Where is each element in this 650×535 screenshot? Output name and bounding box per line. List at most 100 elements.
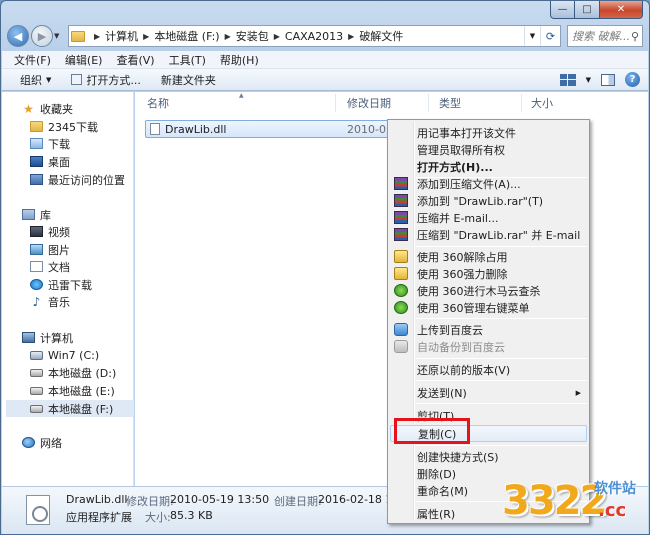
menu-item-compress-and-email[interactable]: 压缩并 E-mail... xyxy=(390,209,587,226)
search-placeholder: 搜索 破解... xyxy=(572,30,630,43)
breadcrumb-packages[interactable]: 安装包 xyxy=(236,28,269,44)
organize-button[interactable]: 组织 ▼ xyxy=(20,72,51,88)
chevron-right-icon[interactable]: ▶ xyxy=(274,32,280,41)
search-icon[interactable]: ⚲ xyxy=(631,30,639,43)
address-history-dropdown[interactable]: ▼ xyxy=(524,26,540,46)
menu-separator xyxy=(416,403,587,404)
chevron-right-icon[interactable]: ▶ xyxy=(348,32,354,41)
menu-item-label: 管理员取得所有权 xyxy=(417,143,505,157)
music-library-icon: ♪ xyxy=(32,294,41,309)
sidebar-item-drive-f[interactable]: 本地磁盘 (F:) xyxy=(6,400,134,417)
close-button[interactable]: ✕ xyxy=(600,1,643,19)
menu-item-360-unlock[interactable]: 使用 360解除占用 xyxy=(390,248,587,265)
menu-item-upload-baidu-cloud[interactable]: 上传到百度云 xyxy=(390,321,587,338)
menu-item-label: 添加到压缩文件(A)... xyxy=(417,177,521,191)
help-icon[interactable]: ? xyxy=(625,72,640,87)
menu-item-add-to-archive[interactable]: 添加到压缩文件(A)... xyxy=(390,175,587,192)
menu-item-label: 使用 360管理右键菜单 xyxy=(417,301,530,315)
sidebar-item-libraries[interactable]: 库 xyxy=(22,206,150,223)
folder-icon xyxy=(71,30,85,42)
menu-item-label: 删除(D) xyxy=(417,467,457,481)
search-input[interactable]: 搜索 破解... ⚲ xyxy=(567,25,643,47)
chevron-right-icon[interactable]: ▶ xyxy=(94,32,100,41)
sidebar-item-label: 迅雷下载 xyxy=(48,278,92,292)
menu-file[interactable]: 文件(F) xyxy=(14,52,51,68)
sidebar-item-label: 图片 xyxy=(48,243,70,257)
menu-item-label: 还原以前的版本(V) xyxy=(417,363,511,377)
file-name: DrawLib.dll xyxy=(165,122,227,136)
dll-file-large-icon xyxy=(26,495,50,525)
menu-item-label: 自动备份到百度云 xyxy=(417,340,505,354)
column-header-modified[interactable]: 修改日期 xyxy=(347,94,391,112)
address-bar[interactable]: ▶ 计算机 ▶ 本地磁盘 (F:) ▶ 安装包 ▶ CAXA2013 ▶ 破解文… xyxy=(68,25,561,47)
sort-indicator-icon: ▲ xyxy=(239,92,244,99)
minimize-button[interactable]: — xyxy=(550,1,575,19)
column-header-size[interactable]: 大小 xyxy=(531,94,553,112)
chevron-right-icon[interactable]: ▶ xyxy=(225,32,231,41)
command-bar: 组织 ▼ 打开方式... 新建文件夹 ▼ ? xyxy=(2,69,648,91)
sidebar-item-computer[interactable]: 计算机 xyxy=(22,329,150,346)
menu-item-360-force-delete[interactable]: 使用 360强力删除 xyxy=(390,265,587,282)
sidebar-item-network[interactable]: 网络 xyxy=(22,434,150,451)
menu-item-add-to-drawlib-rar[interactable]: 添加到 "DrawLib.rar"(T) xyxy=(390,192,587,209)
winrar-icon xyxy=(394,177,408,190)
menu-help[interactable]: 帮助(H) xyxy=(220,52,259,68)
column-divider[interactable] xyxy=(335,94,336,112)
menu-item-auto-backup-baidu-cloud[interactable]: 自动备份到百度云 xyxy=(390,338,587,355)
change-view-icon[interactable] xyxy=(559,73,576,86)
column-divider[interactable] xyxy=(428,94,429,112)
forward-button[interactable]: ▶ xyxy=(31,25,53,47)
menu-view[interactable]: 查看(V) xyxy=(116,52,154,68)
view-options-dropdown[interactable]: ▼ xyxy=(586,76,591,84)
menu-item-create-shortcut[interactable]: 创建快捷方式(S) xyxy=(390,448,587,465)
breadcrumb-computer[interactable]: 计算机 xyxy=(105,28,138,44)
baidu-backup-icon xyxy=(394,340,408,353)
breadcrumb-caxa2013[interactable]: CAXA2013 xyxy=(285,30,343,43)
back-button[interactable]: ◀ xyxy=(7,25,29,47)
navigation-bar: ◀ ▶ ▼ ▶ 计算机 ▶ 本地磁盘 (F:) ▶ 安装包 ▶ CAXA2013… xyxy=(7,23,643,49)
chevron-right-icon[interactable]: ▶ xyxy=(143,32,149,41)
menu-item-take-ownership[interactable]: 管理员取得所有权 xyxy=(390,141,587,158)
watermark-site-label: 软件站 xyxy=(594,481,636,497)
navigation-pane: ★ 收藏夹 2345下载 下载 桌面 最近访问的位置 库 视频 图片 文档 迅雷下… xyxy=(2,92,134,486)
breadcrumb-drive-f[interactable]: 本地磁盘 (F:) xyxy=(154,28,219,44)
column-divider[interactable] xyxy=(521,94,522,112)
menu-item-open-with[interactable]: 打开方式(H)... xyxy=(390,158,587,175)
details-file-name: DrawLib.dll xyxy=(66,493,128,506)
menu-separator xyxy=(416,358,587,359)
drive-icon xyxy=(30,368,43,377)
menu-edit[interactable]: 编辑(E) xyxy=(65,52,103,68)
360-menu-icon xyxy=(394,301,408,314)
menu-item-send-to[interactable]: 发送到(N) ▶ xyxy=(390,384,587,401)
application-icon xyxy=(71,74,83,85)
sidebar-item-label: Win7 (C:) xyxy=(48,349,100,362)
refresh-icon[interactable]: ⟳ xyxy=(540,26,560,46)
menu-item-label: 使用 360解除占用 xyxy=(417,250,508,264)
menu-tools[interactable]: 工具(T) xyxy=(169,52,206,68)
new-folder-label: 新建文件夹 xyxy=(160,73,216,87)
menu-item-open-with-notepad[interactable]: 用记事本打开该文件 xyxy=(390,124,587,141)
open-with-button[interactable]: 打开方式... xyxy=(71,72,141,88)
sidebar-item-favorites[interactable]: ★ 收藏夹 xyxy=(22,100,150,117)
menu-item-compress-to-rar-and-email[interactable]: 压缩到 "DrawLib.rar" 并 E-mail xyxy=(390,226,587,243)
menu-item-label: 添加到 "DrawLib.rar"(T) xyxy=(417,194,544,208)
breadcrumb-crack-files[interactable]: 破解文件 xyxy=(359,28,403,44)
new-folder-button[interactable]: 新建文件夹 xyxy=(161,72,216,88)
sidebar-item-label: 下载 xyxy=(48,137,70,151)
360-unlock-icon xyxy=(394,250,408,263)
menu-item-360-manage-context-menu[interactable]: 使用 360管理右键菜单 xyxy=(390,299,587,316)
menu-item-label: 重命名(M) xyxy=(417,484,469,498)
menu-item-restore-previous-versions[interactable]: 还原以前的版本(V) xyxy=(390,361,587,378)
sidebar-item-label: 计算机 xyxy=(40,331,73,345)
maximize-button[interactable]: □ xyxy=(575,1,600,19)
desktop-icon xyxy=(30,156,43,167)
preview-pane-icon[interactable] xyxy=(601,73,615,86)
recent-pages-dropdown[interactable]: ▼ xyxy=(54,32,64,40)
baidu-cloud-icon xyxy=(394,323,408,336)
menu-item-360-cloud-scan[interactable]: 使用 360进行木马云查杀 xyxy=(390,282,587,299)
column-header-name[interactable]: 名称 xyxy=(147,94,169,112)
video-library-icon xyxy=(30,226,43,237)
annotation-highlight-box xyxy=(394,418,470,444)
column-header-type[interactable]: 类型 xyxy=(439,94,461,112)
sidebar-item-label: 桌面 xyxy=(48,155,70,169)
